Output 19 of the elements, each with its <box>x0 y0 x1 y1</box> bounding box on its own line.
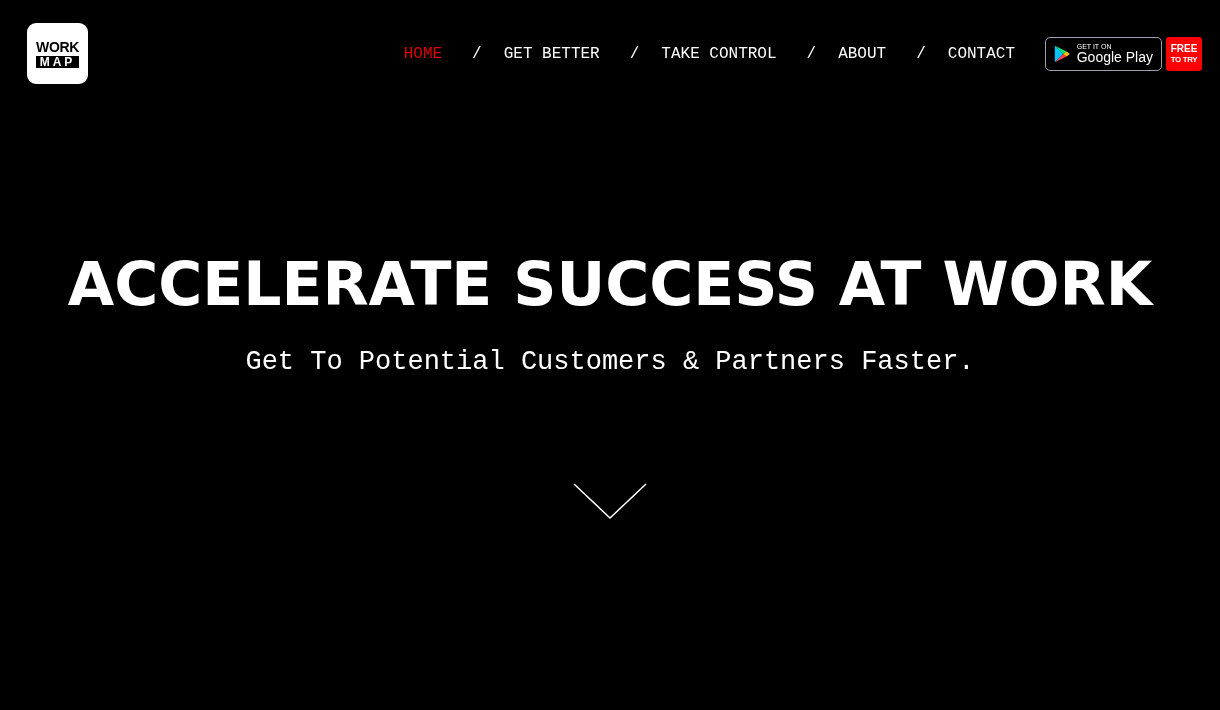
logo-text: WORK <box>36 39 79 54</box>
free-badge[interactable]: FREE TO TRY <box>1166 36 1202 71</box>
nav-separator: / <box>472 43 482 65</box>
badge-text: FREE <box>1170 43 1198 54</box>
nav-separator: / <box>916 43 926 65</box>
badge-text: TO TRY <box>1170 55 1198 64</box>
nav-separator: / <box>806 43 817 65</box>
nav-separator: / <box>629 43 640 65</box>
nav-link[interactable]: HOME <box>403 41 443 66</box>
hero-subtitle: Get To Potential Customers & Partners Faster. <box>245 346 975 379</box>
logo-text: MAP <box>35 55 80 68</box>
nav-link[interactable]: GET BETTER <box>503 41 600 66</box>
logo[interactable]: WORK MAP <box>27 23 88 84</box>
nav-link[interactable]: CONTACT <box>947 41 1015 66</box>
badge-store-name: Google Play <box>1076 50 1153 64</box>
hero-title: ACCELERATE SUCCESS AT WORK <box>67 254 1153 314</box>
nav-link[interactable]: TAKE CONTROL <box>661 41 777 66</box>
nav-link[interactable]: ABOUT <box>838 41 887 66</box>
scroll-down-chevron-icon[interactable] <box>573 482 647 519</box>
